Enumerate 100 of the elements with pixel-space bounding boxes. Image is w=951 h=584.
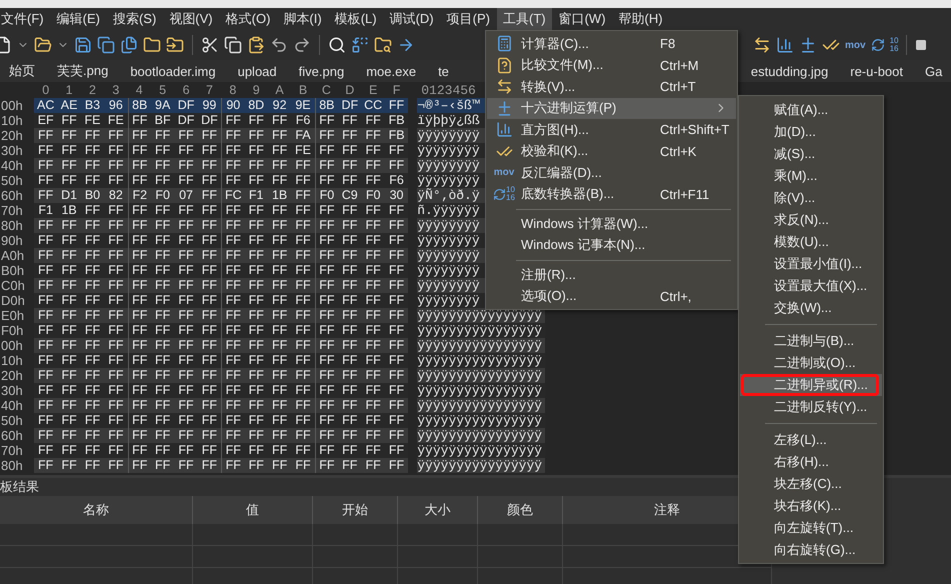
hex-byte: FF xyxy=(198,308,222,323)
menu-item[interactable]: 模板(L) xyxy=(328,8,383,30)
hex-byte: FF xyxy=(34,428,58,443)
hex-byte: FF xyxy=(268,218,292,233)
column-header[interactable]: 开始 xyxy=(313,496,398,524)
ascii-text: ÿÿÿÿÿÿÿÿÿÿÿÿÿÿÿÿ xyxy=(417,458,546,473)
hex-byte: FF xyxy=(34,248,58,263)
hex-byte: FF xyxy=(198,398,222,413)
menu-item[interactable]: 二进制或(O)... xyxy=(740,352,882,374)
menu-item[interactable]: 除(V)... xyxy=(740,187,882,209)
menu-item[interactable]: 赋值(A)... xyxy=(740,99,882,121)
hex-byte: FF xyxy=(361,128,385,143)
hex-byte: FF xyxy=(150,218,174,233)
hex-byte: FF xyxy=(291,308,315,323)
menu-item[interactable]: 右移(H)... xyxy=(740,451,882,473)
menu-item[interactable]: 脚本(I) xyxy=(277,8,328,30)
menu-item[interactable]: 搜索(S) xyxy=(106,8,162,30)
ascii-text: ÿÿÿÿÿÿÿÿÿÿÿÿÿÿÿÿ xyxy=(417,338,546,353)
hex-byte: FF xyxy=(268,458,292,473)
menu-item[interactable]: 二进制反转(Y)... xyxy=(740,396,882,418)
menu-item[interactable]: 编辑(E) xyxy=(50,8,106,30)
menu-item[interactable]: 块左移(C)... xyxy=(740,473,882,495)
menu-item[interactable]: 格式(O) xyxy=(220,8,276,30)
mov-label[interactable]: mov xyxy=(845,40,866,50)
column-header: E xyxy=(368,82,378,98)
file-tab[interactable]: moe.exe xyxy=(355,64,428,78)
menu-item[interactable]: 乘(M)... xyxy=(740,165,882,187)
hex-byte: FF xyxy=(80,248,104,263)
hex-byte: FF xyxy=(314,308,338,323)
column-header[interactable]: 大小 xyxy=(398,496,478,524)
hex-byte: 9E xyxy=(291,98,315,113)
column-header[interactable]: 名称 xyxy=(0,496,193,524)
menu-item[interactable]: 二进制异或(R)... xyxy=(740,374,882,396)
menu-item[interactable]: 减(S)... xyxy=(740,143,882,165)
hex-byte: FF xyxy=(128,398,151,413)
hex-byte: FF xyxy=(221,128,245,143)
hex-byte: FF xyxy=(314,278,338,293)
column-header[interactable]: 值 xyxy=(193,496,313,524)
hex-byte: FF xyxy=(244,248,268,263)
menu-item[interactable]: 十六进制运算(P) xyxy=(487,98,736,119)
menu-item[interactable]: 加(D)... xyxy=(740,121,882,143)
row-offset: F0h xyxy=(0,323,24,338)
ascii-text: ÿÿÿÿÿÿÿÿÿÿÿÿÿÿÿÿ xyxy=(417,368,546,383)
hex-byte: FF xyxy=(291,458,315,473)
menu-item[interactable]: 项目(P) xyxy=(440,8,496,30)
menu-item[interactable]: 转换(V)... Ctrl+T xyxy=(487,76,736,98)
hex-byte: FF xyxy=(291,218,315,233)
hex-byte: FF xyxy=(221,368,245,383)
menu-item[interactable]: 工具(T) xyxy=(496,8,552,30)
file-tab[interactable]: Ga xyxy=(914,64,951,78)
menu-item[interactable]: 帮助(H) xyxy=(612,8,669,30)
menu-item[interactable]: 向右旋转(G)... xyxy=(740,539,882,561)
row-offset: 50h xyxy=(0,413,24,428)
hex-byte: B3 xyxy=(80,98,104,113)
menu-item[interactable]: 文件(F) xyxy=(0,8,50,30)
row-offset: 00h xyxy=(0,98,24,113)
file-tab[interactable]: five.png xyxy=(288,64,356,78)
hex-byte: FF xyxy=(384,458,408,473)
file-tab[interactable]: 芙芙.png xyxy=(46,62,120,80)
hex-byte: FF xyxy=(150,158,174,173)
row-offset: 30h xyxy=(0,143,24,158)
hex-byte: F2 xyxy=(128,188,151,203)
menu-item[interactable]: 二进制与(B)... xyxy=(740,330,882,352)
file-tab[interactable]: upload xyxy=(226,64,288,78)
hex-byte: FF xyxy=(198,368,222,383)
file-tab[interactable]: te xyxy=(427,64,460,78)
menu-item[interactable]: 计算器(C)... F8 xyxy=(487,33,736,54)
hex-byte: FF xyxy=(361,218,385,233)
hex-byte: FF xyxy=(104,128,128,143)
file-tab[interactable]: re-u-boot xyxy=(839,64,914,78)
hex-byte: FF xyxy=(221,428,245,443)
hex-byte: FF xyxy=(80,218,104,233)
hex-byte: FF xyxy=(128,368,151,383)
hex-byte: FF xyxy=(361,248,385,263)
file-tab[interactable]: estudding.jpg xyxy=(740,64,840,78)
menu-item[interactable]: 模数(U)... xyxy=(740,231,882,253)
hex-byte: FF xyxy=(314,428,338,443)
menu-item[interactable]: 窗口(W) xyxy=(552,8,612,30)
hex-byte: FF xyxy=(104,158,128,173)
menu-item[interactable]: 视图(V) xyxy=(163,8,219,30)
menu-item[interactable]: 设置最大值(X)... xyxy=(740,275,882,297)
hex-byte: FF xyxy=(57,128,81,143)
hex-byte: FF xyxy=(150,128,174,143)
file-tab[interactable]: 始页 xyxy=(0,62,46,80)
hex-byte: FF xyxy=(174,458,198,473)
menu-item[interactable]: 左移(L)... xyxy=(740,429,882,451)
hex-byte: FF xyxy=(34,338,58,353)
hex-byte: FF xyxy=(291,398,315,413)
column-header[interactable]: 颜色 xyxy=(478,496,563,524)
menu-item[interactable]: 设置最小值(I)... xyxy=(740,253,882,275)
file-tab[interactable]: bootloader.img xyxy=(119,64,227,78)
menu-item[interactable]: 调试(D) xyxy=(384,8,440,30)
hex-byte: FF xyxy=(268,308,292,323)
hex-byte: FF xyxy=(338,218,362,233)
menu-item[interactable]: 比较文件(M)... Ctrl+M xyxy=(487,54,736,76)
hex-byte: FF xyxy=(128,158,151,173)
menu-item[interactable]: 求反(N)... xyxy=(740,209,882,231)
hex-byte: FF xyxy=(80,128,104,143)
hex-byte: FF xyxy=(314,398,338,413)
menu-item[interactable]: 交换(W)... xyxy=(740,297,882,319)
